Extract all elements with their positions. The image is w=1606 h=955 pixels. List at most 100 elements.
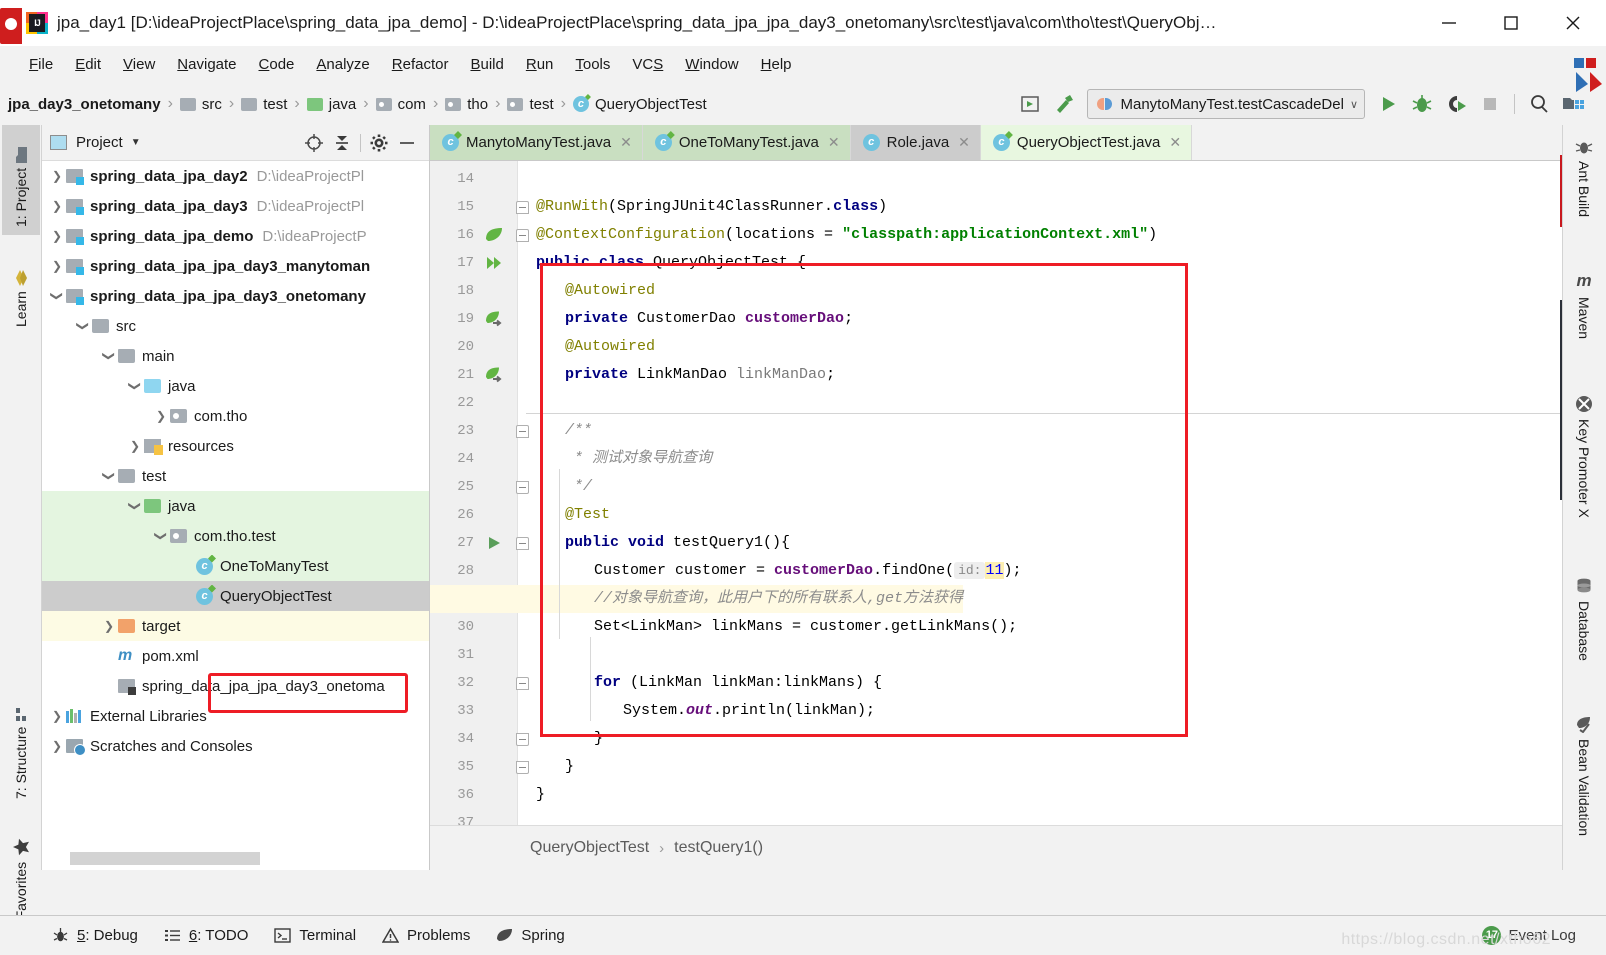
chevron-down-icon[interactable]: ▼: [131, 137, 141, 148]
run-configuration-selector[interactable]: ManytoManyTest.testCascadeDel ∨: [1086, 89, 1365, 119]
code-line[interactable]: */: [565, 473, 592, 501]
code-line[interactable]: /**: [565, 417, 592, 445]
chevron-down-icon[interactable]: [126, 371, 144, 401]
sidebar-item-structure[interactable]: 7: Structure: [2, 685, 40, 807]
code-fold-toggle[interactable]: [514, 221, 530, 249]
code-fold-toggle[interactable]: [514, 753, 530, 781]
close-button[interactable]: [1542, 0, 1604, 46]
tree-node-spring-data-jpa-jpa-day3-onetoma[interactable]: spring_data_jpa_jpa_day3_onetoma: [42, 671, 429, 701]
spring-bean-navigate-icon[interactable]: [474, 310, 514, 328]
code-line[interactable]: //对象导航查询，此用户下的所有联系人,get方法获得: [430, 585, 964, 613]
menu-item-navigate[interactable]: Navigate: [166, 53, 247, 76]
chevron-right-icon[interactable]: [48, 251, 66, 281]
menu-item-run[interactable]: Run: [515, 53, 565, 76]
code-line[interactable]: private CustomerDao customerDao;: [565, 305, 853, 333]
run-with-coverage-button[interactable]: [1439, 87, 1473, 121]
chevron-right-icon[interactable]: [48, 161, 66, 191]
editor-tab-queryobjecttest-java[interactable]: c QueryObjectTest.java ✕: [980, 125, 1193, 160]
menu-item-analyze[interactable]: Analyze: [305, 53, 380, 76]
chevron-down-icon[interactable]: ∨: [1350, 98, 1358, 111]
run-button[interactable]: [1371, 87, 1405, 121]
gutter-line[interactable]: 25: [430, 473, 518, 501]
code-line[interactable]: }: [594, 725, 603, 753]
tree-node-spring-data-jpa-demo[interactable]: spring_data_jpa_demo D:\ideaProjectP: [42, 221, 429, 251]
build-project-button[interactable]: [1047, 87, 1081, 121]
run-all-tests-icon[interactable]: [474, 254, 514, 272]
close-icon[interactable]: ✕: [620, 134, 632, 151]
menu-item-tools[interactable]: Tools: [564, 53, 621, 76]
menu-item-view[interactable]: View: [112, 53, 166, 76]
menu-item-window[interactable]: Window: [674, 53, 749, 76]
editor-tab-onetomanytest-java[interactable]: c OneToManyTest.java ✕: [642, 125, 851, 160]
code-viewport[interactable]: 1415161718192021222324252627282930313233…: [430, 161, 1606, 825]
chevron-right-icon[interactable]: [48, 221, 66, 251]
editor-tab-role-java[interactable]: c Role.java ✕: [850, 125, 981, 160]
search-everywhere-button[interactable]: [1522, 87, 1556, 121]
menu-item-refactor[interactable]: Refactor: [381, 53, 460, 76]
close-icon[interactable]: ✕: [828, 134, 840, 151]
code-text[interactable]: @RunWith(SpringJUnit4ClassRunner.class) @…: [430, 161, 1606, 825]
tree-node-spring-data-jpa-jpa-day3-onetomany[interactable]: spring_data_jpa_jpa_day3_onetomany: [42, 281, 429, 311]
menu-item-code[interactable]: Code: [248, 53, 306, 76]
gutter-line[interactable]: 18: [430, 277, 518, 305]
tree-node-external-libraries[interactable]: External Libraries: [42, 701, 429, 731]
debug-button[interactable]: [1405, 87, 1439, 121]
gutter-line[interactable]: 35: [430, 753, 518, 781]
tree-node-onetomanytest[interactable]: c OneToManyTest: [42, 551, 429, 581]
code-line[interactable]: Set<LinkMan> linkMans = customer.getLink…: [594, 613, 1017, 641]
status-item-terminal[interactable]: Terminal: [274, 927, 356, 944]
sidebar-item-ant-build[interactable]: Ant Build: [1564, 131, 1604, 253]
code-line[interactable]: @Autowired: [565, 277, 655, 305]
sidebar-item-key-promoter-x[interactable]: Key Promoter X: [1564, 387, 1604, 557]
spring-leaf-icon[interactable]: [474, 226, 514, 244]
chevron-right-icon[interactable]: [152, 401, 170, 431]
gutter-line[interactable]: 17: [430, 249, 518, 277]
code-line[interactable]: @Test: [565, 501, 610, 529]
code-line[interactable]: private LinkManDao linkManDao;: [565, 361, 835, 389]
breadcrumb-item-test[interactable]: test: [507, 96, 554, 113]
tree-node-spring-data-jpa-day3[interactable]: spring_data_jpa_day3 D:\ideaProjectPl: [42, 191, 429, 221]
sidebar-item-project[interactable]: 1: Project: [2, 125, 40, 235]
chevron-right-icon[interactable]: [126, 431, 144, 461]
chevron-down-icon[interactable]: [152, 521, 170, 551]
chevron-down-icon[interactable]: [74, 311, 92, 341]
menu-item-vcs[interactable]: VCS: [621, 53, 674, 76]
gutter-line[interactable]: 28: [430, 557, 518, 585]
code-fold-toggle[interactable]: [514, 417, 530, 445]
tree-node-main[interactable]: main: [42, 341, 429, 371]
gutter-line[interactable]: 37: [430, 809, 518, 825]
sidebar-item-database[interactable]: Database: [1564, 569, 1604, 697]
tree-node-target[interactable]: target: [42, 611, 429, 641]
breadcrumb-item-java[interactable]: java: [306, 96, 356, 113]
run-test-icon[interactable]: [474, 534, 514, 552]
maximize-button[interactable]: [1480, 0, 1542, 46]
gutter-line[interactable]: 26: [430, 501, 518, 529]
gutter-line[interactable]: 32: [430, 669, 518, 697]
tree-node-com-tho-test[interactable]: com.tho.test: [42, 521, 429, 551]
gutter-line[interactable]: 16: [430, 221, 518, 249]
gutter-line[interactable]: 24: [430, 445, 518, 473]
close-icon[interactable]: ✕: [1169, 134, 1181, 151]
chevron-down-icon[interactable]: [100, 461, 118, 491]
chevron-right-icon[interactable]: [48, 701, 66, 731]
collapse-all-button[interactable]: [328, 129, 356, 157]
gutter-line[interactable]: 23: [430, 417, 518, 445]
gutter-line[interactable]: 34: [430, 725, 518, 753]
breadcrumb-item-test[interactable]: test: [241, 96, 287, 113]
code-fold-toggle[interactable]: [514, 193, 530, 221]
close-icon[interactable]: ✕: [958, 134, 970, 151]
code-line[interactable]: System.out.println(linkMan);: [623, 697, 875, 725]
breadcrumb-item-tho[interactable]: tho: [445, 96, 488, 113]
gutter-line[interactable]: 36: [430, 781, 518, 809]
project-structure-button[interactable]: [1556, 87, 1590, 121]
chevron-right-icon[interactable]: [48, 191, 66, 221]
code-line[interactable]: Customer customer = customerDao.findOne(…: [594, 557, 1022, 585]
select-in-project-button[interactable]: [1013, 87, 1047, 121]
code-fold-toggle[interactable]: [514, 725, 530, 753]
code-line[interactable]: public class QueryObjectTest {: [536, 249, 806, 277]
code-fold-toggle[interactable]: [514, 529, 530, 557]
code-fold-toggle[interactable]: [514, 669, 530, 697]
code-line[interactable]: public void testQuery1(){: [565, 529, 790, 557]
hide-panel-button[interactable]: [393, 129, 421, 157]
gutter-line[interactable]: 22: [430, 389, 518, 417]
